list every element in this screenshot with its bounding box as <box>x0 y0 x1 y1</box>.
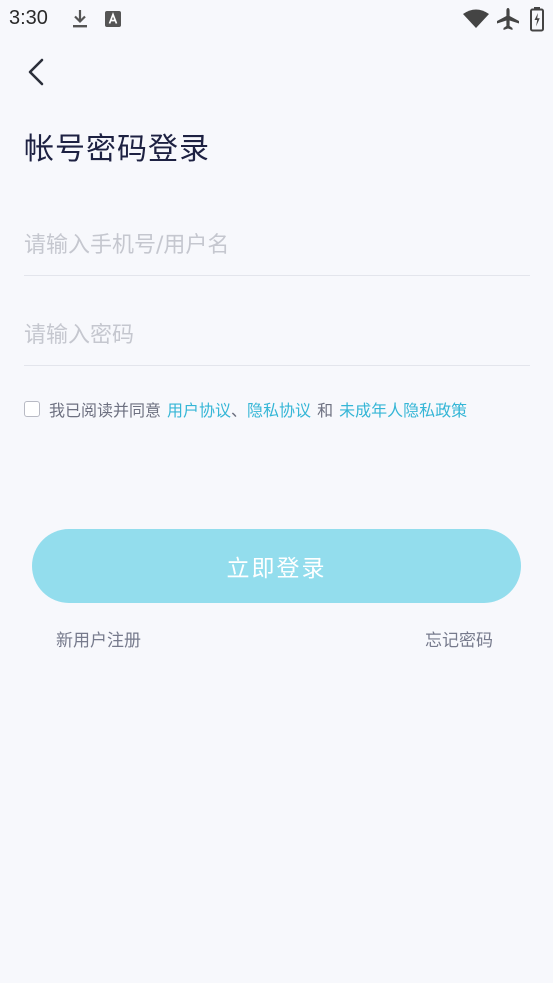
privacy-agreement-link[interactable]: 隐私协议 <box>247 397 311 421</box>
password-input[interactable] <box>24 305 530 365</box>
password-field <box>24 305 530 366</box>
agreement-checkbox[interactable] <box>24 401 40 417</box>
agreement-conjunction: 和 <box>317 401 334 420</box>
back-button[interactable] <box>18 54 54 90</box>
chevron-left-icon <box>28 58 44 86</box>
airplane-mode-icon <box>497 8 519 30</box>
forgot-password-link[interactable]: 忘记密码 <box>425 626 493 651</box>
font-a-icon <box>105 11 121 27</box>
login-button[interactable]: 立即登录 <box>32 529 521 603</box>
status-bar: 3:30 <box>0 0 553 38</box>
minor-privacy-policy-link[interactable]: 未成年人隐私政策 <box>339 397 467 421</box>
battery-charging-icon <box>530 7 544 32</box>
register-link[interactable]: 新用户注册 <box>56 626 141 651</box>
download-icon <box>73 10 87 28</box>
username-input[interactable] <box>24 215 530 275</box>
agreement-separator: 、 <box>231 401 248 420</box>
username-field <box>24 215 530 276</box>
status-time: 3:30 <box>9 7 48 29</box>
page-title: 帐号密码登录 <box>24 132 210 167</box>
wifi-icon <box>463 9 489 28</box>
user-agreement-link[interactable]: 用户协议 <box>167 397 231 421</box>
agreement-prefix: 我已阅读并同意 <box>49 401 162 420</box>
agreement-row: 我已阅读并同意 用户协议 、 隐私协议 和 未成年人隐私政策 <box>24 397 467 421</box>
